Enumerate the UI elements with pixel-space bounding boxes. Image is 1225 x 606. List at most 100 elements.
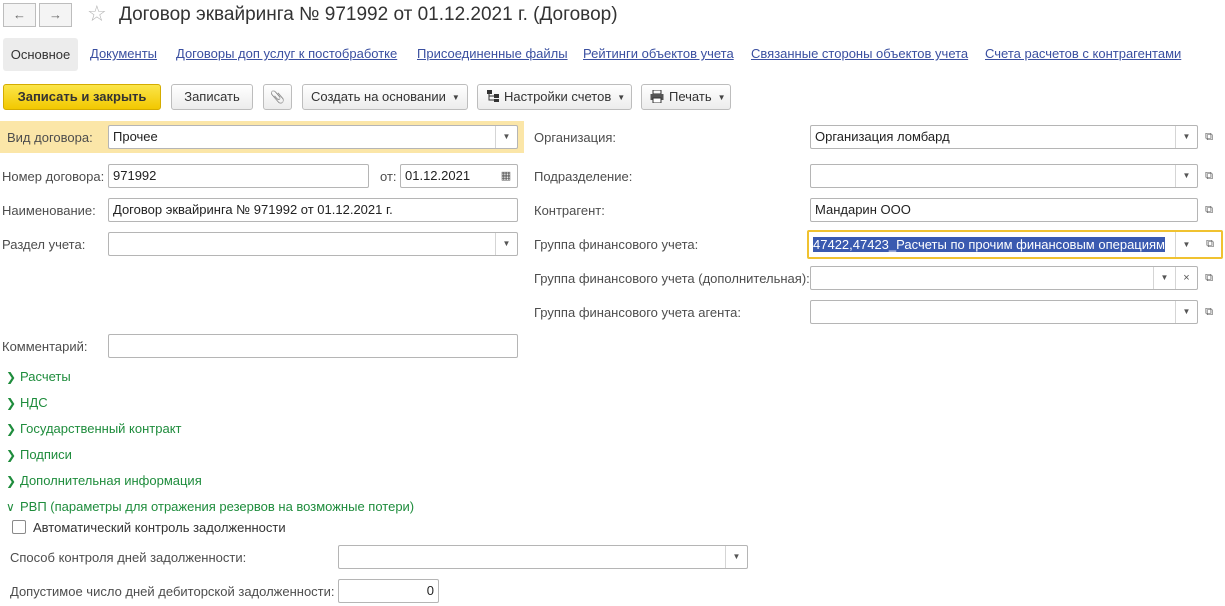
dropdown-icon[interactable]: ▼ xyxy=(1175,232,1197,257)
chevron-down-icon: ▼ xyxy=(451,92,460,102)
open-icon[interactable]: ⧉ xyxy=(1199,198,1219,222)
group-vat-label: НДС xyxy=(20,395,48,410)
tab-accounts[interactable]: Счета расчетов с контрагентами xyxy=(985,45,1181,63)
section-label: Раздел учета: xyxy=(2,237,86,252)
open-icon[interactable]: ⧉ xyxy=(1199,125,1219,149)
chevron-down-icon: ▼ xyxy=(617,92,626,102)
clear-icon[interactable]: × xyxy=(1175,267,1197,289)
chevron-right-icon: ❯ xyxy=(6,474,17,488)
organization-value: Организация ломбард xyxy=(815,129,950,144)
counterparty-field[interactable]: Мандарин ООО xyxy=(810,198,1198,222)
group-payments[interactable]: ❯ Расчеты xyxy=(6,369,71,385)
window-title: Договор эквайринга № 971992 от 01.12.202… xyxy=(119,4,618,25)
open-icon[interactable]: ⧉ xyxy=(1199,164,1219,188)
auto-control-label: Автоматический контроль задолженности xyxy=(33,520,286,535)
comment-label: Комментарий: xyxy=(2,339,88,354)
group-signatures[interactable]: ❯ Подписи xyxy=(6,447,72,463)
forward-button[interactable]: → xyxy=(39,3,72,27)
contract-number-label: Номер договора: xyxy=(2,169,105,184)
name-value: Договор эквайринга № 971992 от 01.12.202… xyxy=(113,202,393,217)
open-icon[interactable]: ⧉ xyxy=(1199,266,1219,290)
contract-number-field[interactable]: 971992 xyxy=(108,164,369,188)
organization-field[interactable]: Организация ломбард ▼ xyxy=(810,125,1198,149)
tab-documents[interactable]: Документы xyxy=(90,45,157,63)
account-settings-label: Настройки счетов xyxy=(504,89,612,104)
contract-type-value: Прочее xyxy=(113,129,158,144)
chevron-right-icon: ❯ xyxy=(6,422,17,436)
paperclip-icon: 📎 xyxy=(270,90,285,104)
dropdown-icon[interactable]: ▼ xyxy=(495,233,517,255)
contract-type-label: Вид договора: xyxy=(7,130,93,145)
tab-ratings[interactable]: Рейтинги объектов учета xyxy=(583,45,734,63)
fin-group-agent-field[interactable]: ▼ xyxy=(810,300,1198,324)
save-close-button[interactable]: Записать и закрыть xyxy=(3,84,161,110)
back-arrow-icon: ← xyxy=(13,7,26,22)
subdivision-field[interactable]: ▼ xyxy=(810,164,1198,188)
chevron-down-icon: ∨ xyxy=(6,500,15,514)
name-label: Наименование: xyxy=(2,203,96,218)
group-gov-contract-label: Государственный контракт xyxy=(20,421,182,436)
printer-icon xyxy=(650,89,664,104)
comment-field[interactable] xyxy=(108,334,518,358)
allowed-days-label: Допустимое число дней дебиторской задолж… xyxy=(10,584,335,599)
print-label: Печать xyxy=(669,89,712,104)
date-field[interactable]: 01.12.2021 ▦ xyxy=(400,164,518,188)
fin-group-field[interactable]: 47422,47423_Расчеты по прочим финансовым… xyxy=(807,230,1223,259)
print-button[interactable]: Печать ▼ xyxy=(641,84,731,110)
create-based-label: Создать на основании xyxy=(311,89,446,104)
date-value: 01.12.2021 xyxy=(405,168,471,183)
fin-group-agent-label: Группа финансового учета агента: xyxy=(534,305,741,320)
tab-extra-contracts[interactable]: Договоры доп услуг к постобработке xyxy=(176,45,397,63)
open-icon[interactable]: ⧉ xyxy=(1199,300,1219,324)
favorite-star-icon[interactable]: ☆ xyxy=(87,1,107,27)
group-gov-contract[interactable]: ❯ Государственный контракт xyxy=(6,421,181,437)
group-vat[interactable]: ❯ НДС xyxy=(6,395,48,411)
name-field[interactable]: Договор эквайринга № 971992 от 01.12.202… xyxy=(108,198,518,222)
save-close-label: Записать и закрыть xyxy=(17,89,147,104)
counterparty-value: Мандарин ООО xyxy=(815,202,911,217)
fin-group-label: Группа финансового учета: xyxy=(534,237,699,252)
dropdown-icon[interactable]: ▼ xyxy=(1153,267,1175,289)
group-payments-label: Расчеты xyxy=(20,369,71,384)
tab-related-parties[interactable]: Связанные стороны объектов учета xyxy=(751,45,968,63)
section-field[interactable]: ▼ xyxy=(108,232,518,256)
control-method-field[interactable]: ▼ xyxy=(338,545,748,569)
back-button[interactable]: ← xyxy=(3,3,36,27)
counterparty-label: Контрагент: xyxy=(534,203,605,218)
forward-arrow-icon: → xyxy=(49,7,62,22)
chevron-right-icon: ❯ xyxy=(6,370,17,384)
subdivision-label: Подразделение: xyxy=(534,169,633,184)
dropdown-icon[interactable]: ▼ xyxy=(1175,165,1197,187)
fin-group-extra-label: Группа финансового учета (дополнительная… xyxy=(534,271,810,286)
dropdown-icon[interactable]: ▼ xyxy=(725,546,747,568)
allowed-days-value: 0 xyxy=(426,583,434,598)
create-based-button[interactable]: Создать на основании ▼ xyxy=(302,84,468,110)
chevron-right-icon: ❯ xyxy=(6,448,17,462)
contract-type-field[interactable]: Прочее ▼ xyxy=(108,125,518,149)
date-label: от: xyxy=(380,169,397,184)
group-additional-info[interactable]: ❯ Дополнительная информация xyxy=(6,473,202,489)
tab-main[interactable]: Основное xyxy=(3,38,78,71)
calendar-icon[interactable]: ▦ xyxy=(495,165,517,187)
chevron-right-icon: ❯ xyxy=(6,396,17,410)
group-signatures-label: Подписи xyxy=(20,447,72,462)
group-rvp-label: РВП (параметры для отражения резервов на… xyxy=(20,499,415,514)
open-icon[interactable]: ⧉ xyxy=(1199,232,1221,257)
organization-label: Организация: xyxy=(534,130,617,145)
group-rvp[interactable]: ∨ РВП (параметры для отражения резервов н… xyxy=(6,499,414,515)
allowed-days-field[interactable]: 0 xyxy=(338,579,439,603)
control-method-label: Способ контроля дней задолженности: xyxy=(10,550,247,565)
group-additional-info-label: Дополнительная информация xyxy=(20,473,202,488)
save-button[interactable]: Записать xyxy=(171,84,253,110)
fin-group-value: 47422,47423_Расчеты по прочим финансовым… xyxy=(813,237,1165,252)
account-settings-button[interactable]: Настройки счетов ▼ xyxy=(477,84,632,110)
dropdown-icon[interactable]: ▼ xyxy=(1175,126,1197,148)
auto-control-checkbox[interactable] xyxy=(12,520,26,534)
tab-files[interactable]: Присоединенные файлы xyxy=(417,45,568,63)
fin-group-extra-field[interactable]: ▼ × xyxy=(810,266,1198,290)
dropdown-icon[interactable]: ▼ xyxy=(495,126,517,148)
contract-number-value: 971992 xyxy=(113,168,157,183)
save-label: Записать xyxy=(184,89,240,104)
dropdown-icon[interactable]: ▼ xyxy=(1175,301,1197,323)
attach-button[interactable]: 📎 xyxy=(263,84,292,110)
